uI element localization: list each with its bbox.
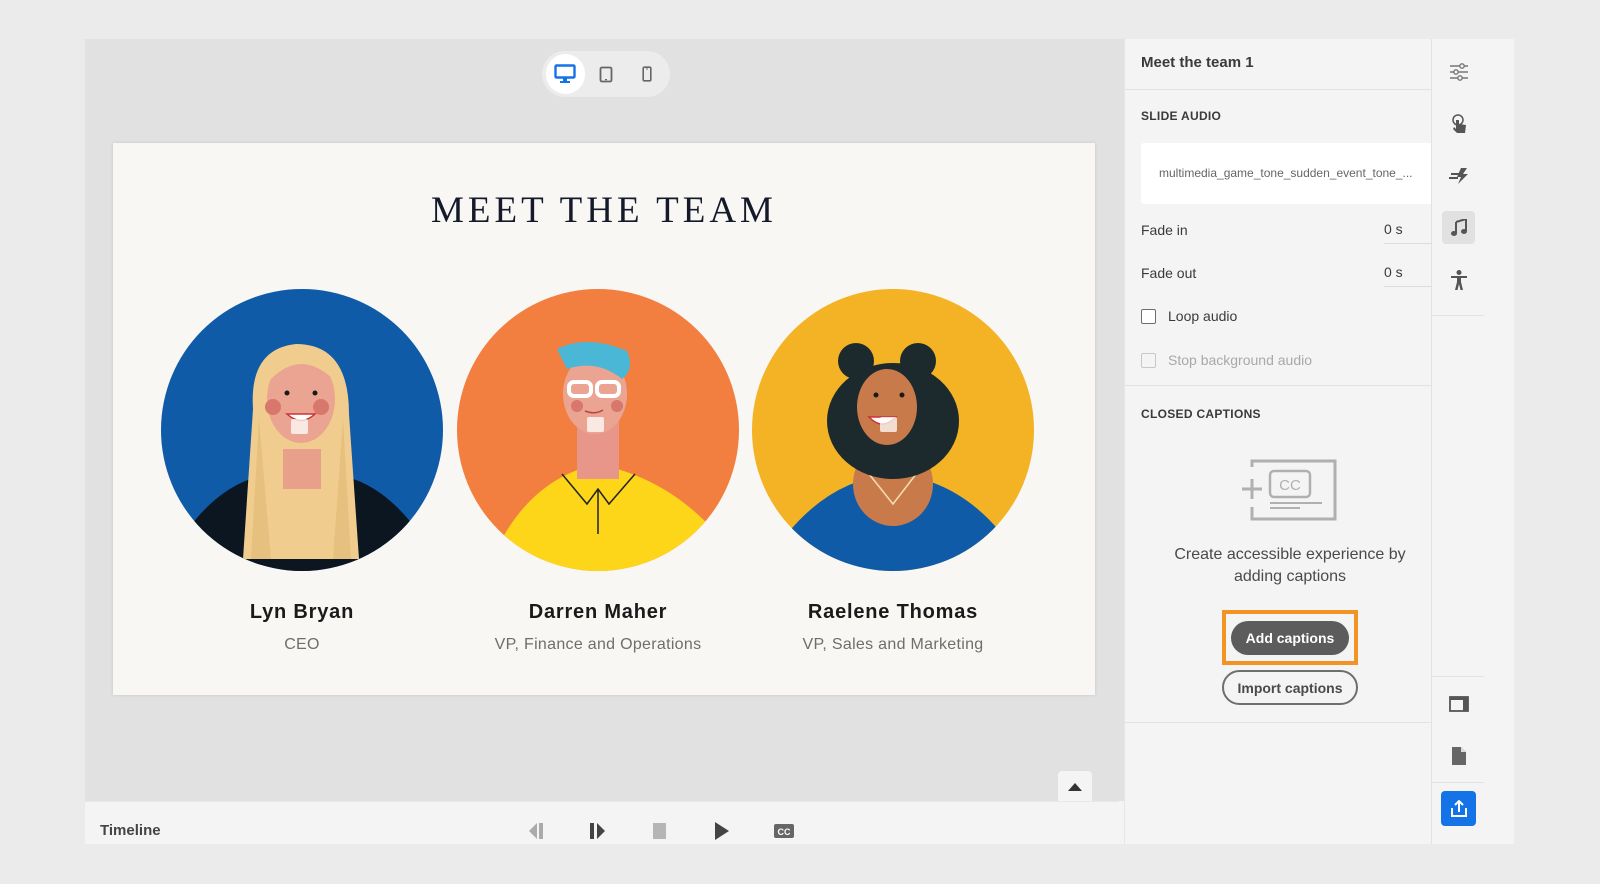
- member-name[interactable]: Darren Maher: [457, 601, 739, 624]
- right-icon-rail: [1431, 39, 1484, 844]
- closed-captions-illustration: CC: [1240, 459, 1340, 530]
- checkbox-box[interactable]: [1141, 308, 1156, 324]
- desktop-icon: [554, 64, 577, 83]
- stop-button[interactable]: [629, 820, 691, 842]
- publish-button[interactable]: [1441, 791, 1476, 826]
- tablet-icon: [599, 66, 613, 82]
- audio-icon: [1450, 218, 1467, 236]
- portrait-lyn[interactable]: [161, 289, 443, 571]
- accessibility-icon: [1450, 269, 1467, 290]
- svg-text:CC: CC: [778, 827, 791, 837]
- team-member-card[interactable]: Raelene Thomas VP, Sales and Marketing: [752, 289, 1034, 654]
- captions-description: Create accessible experience by adding c…: [1125, 544, 1455, 588]
- timeline-label: Timeline: [100, 822, 161, 839]
- publish-icon: [1450, 799, 1467, 817]
- mobile-view-button[interactable]: [627, 54, 666, 94]
- play-button[interactable]: [691, 820, 753, 842]
- audio-tab[interactable]: [1442, 211, 1475, 244]
- member-role[interactable]: VP, Sales and Marketing: [752, 636, 1034, 654]
- rail-divider: [1432, 315, 1484, 316]
- stop-background-audio-checkbox[interactable]: Stop background audio: [1141, 352, 1312, 368]
- captions-description-text: Create accessible experience by adding c…: [1174, 546, 1406, 585]
- loop-audio-label: Loop audio: [1168, 308, 1238, 324]
- slide-layout-tab[interactable]: [1442, 687, 1475, 720]
- team-member-card[interactable]: Darren Maher VP, Finance and Operations: [457, 289, 739, 654]
- desktop-view-button[interactable]: [546, 54, 585, 94]
- app-window: MEET THE TEAM Lyn Bryan CEO Darren Maher…: [85, 39, 1514, 844]
- next-button[interactable]: [567, 820, 629, 842]
- slide-audio-heading: SLIDE AUDIO: [1141, 109, 1222, 123]
- animations-tab[interactable]: [1442, 159, 1475, 192]
- interactions-tab[interactable]: [1442, 107, 1475, 140]
- image-placeholder-badge[interactable]: [291, 419, 308, 434]
- loop-audio-checkbox[interactable]: Loop audio: [1141, 308, 1237, 324]
- image-placeholder-badge[interactable]: [587, 417, 604, 432]
- member-role[interactable]: CEO: [161, 636, 443, 654]
- properties-panel: Meet the team 1 SLIDE AUDIO multimedia_g…: [1124, 39, 1455, 844]
- portrait-darren[interactable]: [457, 289, 739, 571]
- rail-divider: [1432, 782, 1484, 783]
- mobile-icon: [642, 66, 652, 82]
- section-divider: [1125, 722, 1455, 723]
- slide-title[interactable]: MEET THE TEAM: [113, 189, 1095, 232]
- member-name[interactable]: Raelene Thomas: [752, 601, 1034, 624]
- previous-button[interactable]: [505, 820, 567, 842]
- accessibility-tab[interactable]: [1442, 263, 1475, 296]
- fade-out-label: Fade out: [1141, 265, 1197, 281]
- document-icon: [1451, 746, 1466, 765]
- import-captions-button[interactable]: Import captions: [1222, 670, 1358, 705]
- properties-icon: [1449, 62, 1468, 81]
- closed-captions-heading: CLOSED CAPTIONS: [1141, 407, 1261, 421]
- stop-background-audio-label: Stop background audio: [1168, 352, 1312, 368]
- playback-controls: CC: [505, 820, 815, 842]
- section-divider: [1125, 385, 1455, 386]
- member-role[interactable]: VP, Finance and Operations: [457, 636, 739, 654]
- play-icon: [715, 822, 729, 840]
- add-captions-illustration-icon: CC: [1242, 459, 1337, 521]
- closed-captions-icon: CC: [774, 824, 794, 838]
- slide-stage: MEET THE TEAM Lyn Bryan CEO Darren Maher…: [85, 39, 1124, 802]
- caret-up-icon: [1068, 782, 1082, 791]
- panel-title: Meet the team 1: [1125, 39, 1454, 90]
- tablet-view-button[interactable]: [587, 54, 626, 94]
- checkbox-box[interactable]: [1141, 352, 1156, 368]
- device-switcher: [542, 51, 670, 97]
- portrait-raelene[interactable]: [752, 289, 1034, 571]
- document-tab[interactable]: [1442, 739, 1475, 772]
- image-placeholder-badge[interactable]: [880, 417, 897, 432]
- timeline-expand-button[interactable]: [1058, 771, 1092, 802]
- fade-in-input[interactable]: 0 s: [1384, 221, 1437, 244]
- next-icon: [590, 823, 605, 839]
- animation-icon: [1448, 167, 1468, 184]
- properties-tab[interactable]: [1442, 55, 1475, 88]
- closed-captions-button[interactable]: CC: [753, 820, 815, 842]
- stop-icon: [653, 823, 666, 839]
- fade-in-label: Fade in: [1141, 222, 1188, 238]
- member-name[interactable]: Lyn Bryan: [161, 601, 443, 624]
- slide-layout-icon: [1448, 695, 1469, 712]
- interaction-icon: [1451, 113, 1466, 133]
- slide-canvas[interactable]: MEET THE TEAM Lyn Bryan CEO Darren Maher…: [113, 143, 1095, 695]
- audio-file-field[interactable]: multimedia_game_tone_sudden_event_tone_.…: [1141, 143, 1437, 204]
- fade-out-input[interactable]: 0 s: [1384, 264, 1437, 287]
- svg-text:CC: CC: [1279, 477, 1301, 494]
- add-captions-button[interactable]: Add captions: [1231, 621, 1349, 655]
- timeline-bar: Timeline CC: [85, 801, 1119, 844]
- team-member-card[interactable]: Lyn Bryan CEO: [161, 289, 443, 654]
- rail-divider: [1432, 676, 1484, 677]
- previous-icon: [529, 823, 543, 839]
